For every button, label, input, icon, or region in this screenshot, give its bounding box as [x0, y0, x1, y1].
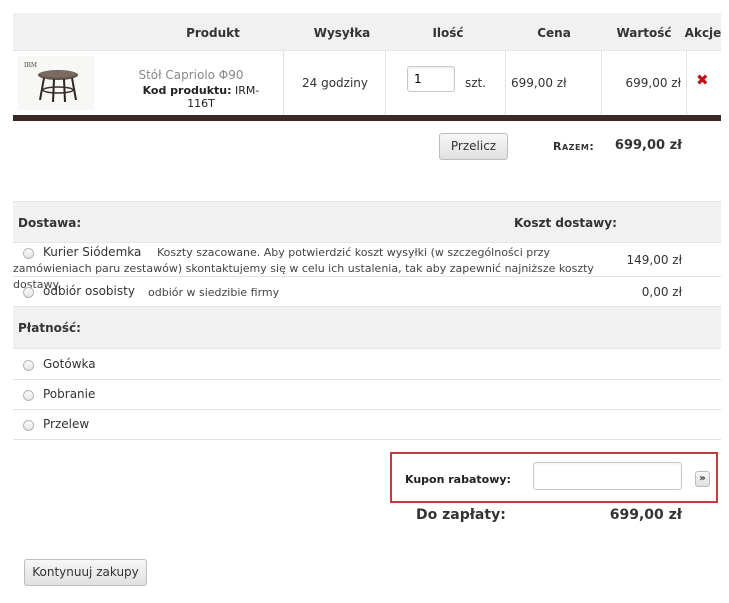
recalculate-button[interactable]: Przelicz: [439, 133, 508, 160]
cart-table-header: Produkt Wysyłka Ilość Cena Wartość Akcje: [13, 13, 721, 51]
continue-shopping-button[interactable]: Kontynuuj zakupy: [24, 559, 147, 586]
shipping-option-pickup-cost: 0,00 zł: [641, 285, 682, 299]
product-code-label: Kod produktu:: [142, 84, 232, 97]
delete-icon[interactable]: ✖: [696, 73, 709, 88]
subtotal-label: Razem:: [553, 140, 595, 153]
cart-bottom-bar: [13, 115, 721, 121]
quantity-unit: szt.: [465, 76, 487, 90]
item-price: 699,00 zł: [511, 76, 567, 90]
coupon-apply-button[interactable]: »: [695, 471, 710, 487]
payment-option-transfer[interactable]: Przelew: [43, 417, 89, 431]
shipping-option-kurier-cost: 149,00 zł: [626, 253, 682, 267]
shipping-radio-pickup[interactable]: [23, 287, 34, 298]
coupon-label: Kupon rabatowy:: [405, 473, 511, 486]
total-value: 699,00 zł: [609, 507, 682, 523]
payment-radio-transfer[interactable]: [23, 420, 34, 431]
subtotal-value: 699,00 zł: [614, 138, 682, 153]
product-thumbnail[interactable]: IRM: [18, 56, 94, 110]
product-code: Kod produktu: IRM-116T: [131, 84, 271, 110]
col-header-price: Cena: [537, 26, 571, 40]
col-header-product: Produkt: [186, 26, 240, 40]
cart-item-row: IRM Stół Capriolo Φ90 Kod produktu: IRM-…: [13, 51, 721, 115]
product-name-link[interactable]: Stół Capriolo Φ90: [131, 68, 251, 82]
payment-option-cod[interactable]: Pobranie: [43, 387, 95, 401]
payment-header: Płatność:: [18, 321, 81, 335]
total-label: Do zapłaty:: [416, 507, 506, 523]
shipping-section-header: Dostawa: Koszt dostawy:: [13, 201, 721, 243]
table-product-image: IRM: [18, 56, 94, 110]
shipping-time: 24 godziny: [302, 76, 368, 90]
payment-section-header: Płatność:: [13, 306, 721, 349]
col-header-shipping: Wysyłka: [313, 26, 371, 40]
item-value: 699,00 zł: [625, 76, 681, 90]
col-header-quantity: Ilość: [432, 26, 464, 40]
shipping-option-pickup-label[interactable]: odbiór osobisty: [43, 284, 135, 298]
quantity-input[interactable]: [407, 66, 455, 92]
shipping-cost-header: Koszt dostawy:: [514, 216, 617, 230]
payment-radio-cash[interactable]: [23, 360, 34, 371]
payment-radio-cod[interactable]: [23, 390, 34, 401]
col-header-value: Wartość: [616, 26, 672, 40]
shipping-header: Dostawa:: [18, 216, 82, 230]
shipping-option-pickup-desc: odbiór w siedzibie firmy: [148, 286, 280, 299]
thumb-brand-text: IRM: [24, 62, 37, 69]
coupon-input[interactable]: [533, 462, 682, 490]
payment-option-cash[interactable]: Gotówka: [43, 357, 96, 371]
col-header-actions: Akcje: [684, 26, 722, 40]
